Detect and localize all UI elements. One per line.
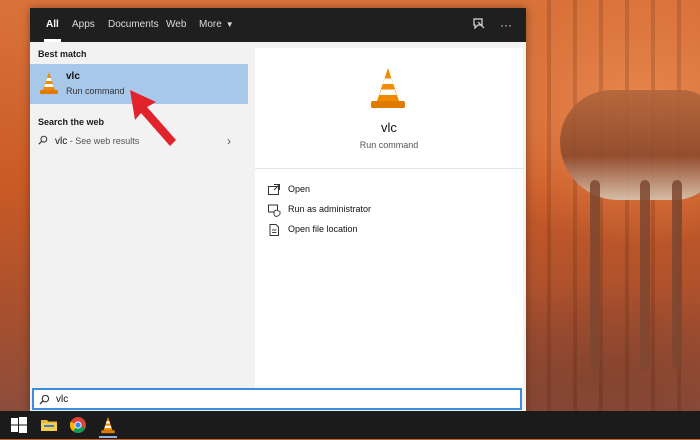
best-match-name: vlc bbox=[66, 71, 80, 82]
taskbar-chrome[interactable] bbox=[67, 415, 89, 435]
divider bbox=[255, 168, 523, 169]
tab-all[interactable]: All bbox=[44, 8, 61, 42]
action-label: Open file location bbox=[288, 224, 358, 234]
search-input[interactable] bbox=[56, 392, 496, 406]
file-location-icon bbox=[269, 224, 279, 236]
more-options-icon[interactable]: ··· bbox=[498, 17, 514, 33]
wallpaper-antelope-leg bbox=[590, 180, 600, 370]
detail-pane: vlc Run command Open Run as administrato… bbox=[255, 48, 523, 388]
tab-label: All bbox=[46, 19, 59, 30]
vlc-taskbar-icon bbox=[101, 416, 115, 434]
search-tabs-bar: All Apps Documents Web More ▼ ··· bbox=[30, 8, 526, 42]
run-as-admin-icon bbox=[268, 204, 281, 217]
tab-apps[interactable]: Apps bbox=[72, 8, 95, 42]
chrome-icon bbox=[69, 417, 86, 433]
detail-app-subtitle: Run command bbox=[359, 140, 419, 150]
vlc-large-icon bbox=[371, 68, 405, 108]
taskbar-file-explorer[interactable] bbox=[38, 415, 60, 435]
tab-label: Web bbox=[166, 19, 187, 30]
start-button[interactable] bbox=[8, 415, 30, 435]
detail-app-name: vlc bbox=[381, 120, 397, 135]
start-icon bbox=[11, 417, 27, 433]
wallpaper-antelope-leg bbox=[640, 180, 650, 370]
search-box[interactable] bbox=[32, 388, 522, 410]
feedback-icon[interactable] bbox=[471, 17, 487, 33]
file-explorer-icon bbox=[41, 420, 57, 431]
search-icon bbox=[38, 135, 48, 145]
action-open[interactable]: Open bbox=[267, 182, 507, 200]
start-menu: All Apps Documents Web More ▼ ··· Best ma… bbox=[30, 8, 526, 412]
best-match-subtitle: Run command bbox=[66, 86, 125, 96]
annotation-arrow bbox=[130, 90, 176, 146]
action-open-file-location[interactable]: Open file location bbox=[267, 222, 507, 240]
wallpaper-antelope-leg bbox=[672, 180, 682, 370]
caret-down-icon: ▼ bbox=[225, 20, 234, 29]
vlc-cone-icon bbox=[40, 72, 58, 94]
taskbar-vlc[interactable] bbox=[97, 415, 119, 438]
best-match-heading: Best match bbox=[38, 49, 87, 59]
action-run-as-admin[interactable]: Run as administrator bbox=[267, 202, 507, 220]
tab-web[interactable]: Web bbox=[166, 8, 186, 42]
tab-more[interactable]: More ▼ bbox=[199, 8, 234, 42]
taskbar bbox=[0, 411, 700, 439]
chevron-right-icon: › bbox=[227, 134, 231, 148]
action-label: Run as administrator bbox=[288, 204, 372, 214]
tab-label: More bbox=[199, 19, 222, 30]
search-icon bbox=[39, 394, 50, 405]
tab-label: Documents bbox=[108, 19, 159, 30]
tab-documents[interactable]: Documents bbox=[108, 8, 159, 42]
web-result-term: vlc bbox=[55, 136, 68, 147]
tab-label: Apps bbox=[72, 19, 95, 30]
search-web-heading: Search the web bbox=[38, 117, 105, 127]
open-icon bbox=[268, 184, 280, 195]
action-label: Open bbox=[288, 184, 311, 194]
